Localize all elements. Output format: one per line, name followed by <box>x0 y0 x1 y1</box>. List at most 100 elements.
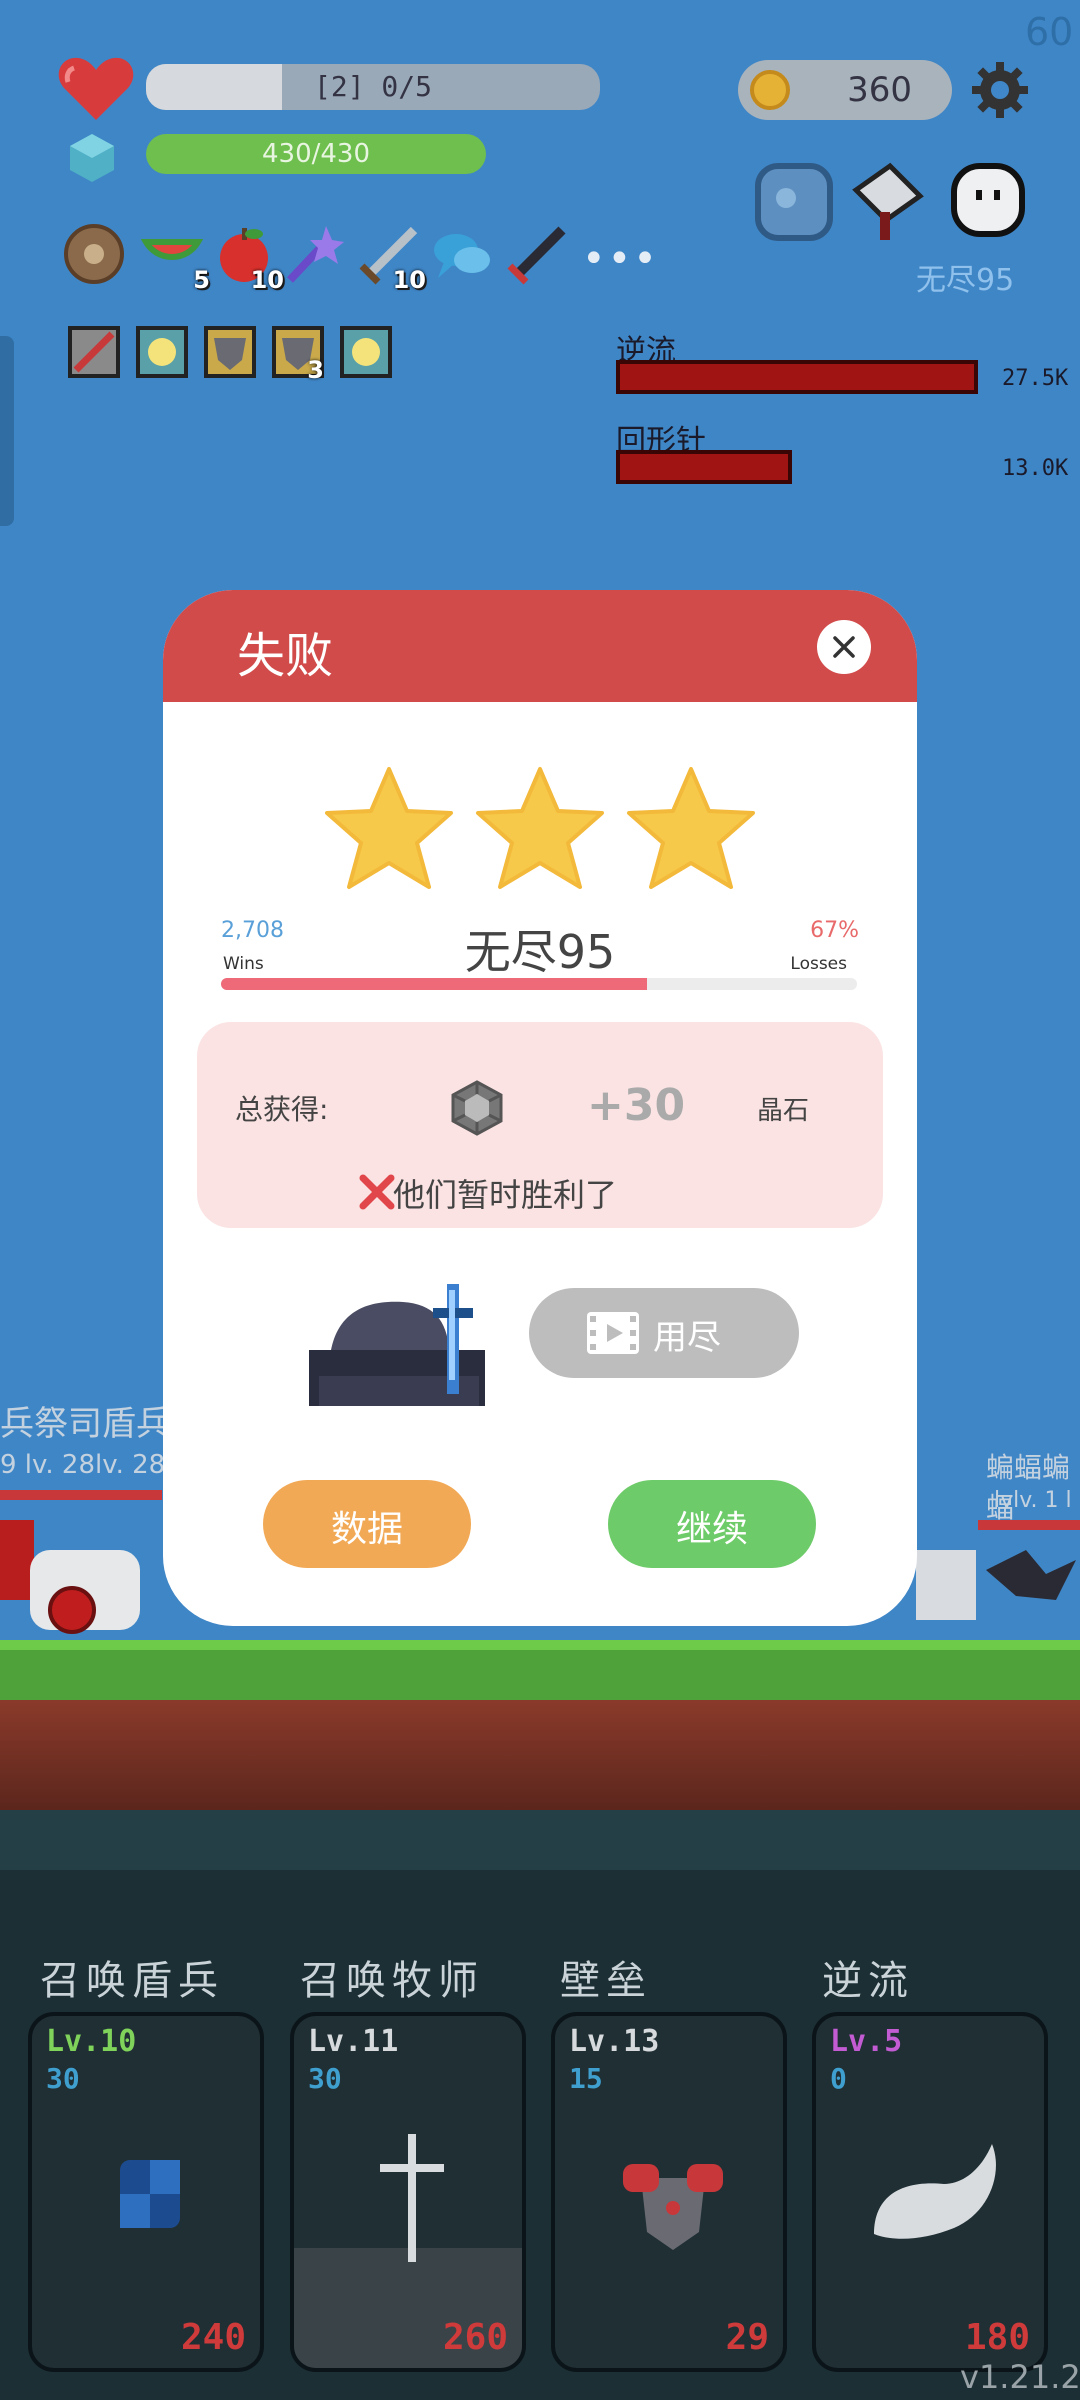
health-text: 430/430 <box>261 139 370 169</box>
card-level: Lv.5 <box>830 2024 903 2059</box>
card-cost: 260 <box>442 2317 508 2358</box>
enemy-health-bar <box>978 1520 1080 1530</box>
magic-wand-icon <box>287 226 344 283</box>
boss-health-bar <box>616 450 792 484</box>
ally-unit-levels: 9 lv. 28lv. 28 <box>0 1450 166 1480</box>
cleaver-enemy-icon <box>852 162 924 240</box>
skill-card-countercurrent[interactable]: Lv.5 0 180 <box>812 2012 1048 2372</box>
close-icon <box>833 636 855 658</box>
inventory-item[interactable] <box>430 222 494 286</box>
card-cost: 240 <box>180 2317 246 2358</box>
losses-value: 67% <box>810 918 859 943</box>
speech-bubble-icon <box>434 234 490 278</box>
reward-amount: +30 <box>587 1080 686 1131</box>
armor-icon <box>623 2164 723 2250</box>
card-cost: 180 <box>964 2317 1030 2358</box>
card-title: 壁垒 <box>560 1958 652 2004</box>
buff-count: 3 <box>307 356 324 384</box>
skill-card-bulwark[interactable]: Lv.13 15 29 <box>551 2012 787 2372</box>
data-button-label: 数据 <box>330 1509 403 1550</box>
cross-icon <box>380 2134 444 2262</box>
water-strip <box>0 1810 1080 1870</box>
more-items-icon[interactable]: ••• <box>582 236 659 282</box>
card-title: 召唤牧师 <box>300 1958 484 2004</box>
dialog-title: 失败 <box>237 628 334 684</box>
video-button-label: 用尽 <box>653 1318 721 1358</box>
card-stat: 30 <box>46 2062 80 2095</box>
card-level: Lv.10 <box>46 2024 137 2059</box>
dialog-header: 失败 <box>163 590 917 702</box>
buff-slot[interactable] <box>340 326 392 378</box>
card-title: 召唤盾兵 <box>40 1958 224 2004</box>
skill-card-summon-priest[interactable]: Lv.11 30 260 <box>290 2012 526 2372</box>
ally-health-bar <box>0 1490 162 1500</box>
card-level: Lv.13 <box>569 2024 660 2059</box>
close-button[interactable] <box>817 620 871 674</box>
video-icon <box>587 1312 639 1354</box>
inventory-item[interactable]: 10 <box>214 222 284 294</box>
defeat-dialog: 失败 2,708 Wins 无尽95 67% Losses 总获得: +30 晶… <box>163 590 917 1626</box>
coin-value: 360 <box>847 70 912 110</box>
gear-icon[interactable] <box>970 60 1030 120</box>
inventory-item[interactable] <box>282 222 346 286</box>
reward-panel: 总获得: +30 晶石 他们暂时胜利了 <box>197 1022 883 1228</box>
buff-slot[interactable]: 3 <box>272 326 324 384</box>
bat-enemy-sprite <box>916 1550 1076 1620</box>
inventory-item[interactable]: 5 <box>140 222 210 294</box>
ally-unit-names: 兵祭司盾兵 <box>0 1404 170 1444</box>
card-stat: 0 <box>830 2062 847 2095</box>
dark-sword-icon <box>507 226 566 285</box>
skill-card-summon-shield[interactable]: Lv.10 30 240 <box>28 2012 264 2372</box>
stage-label: 无尽95 <box>916 263 1015 298</box>
coin-counter: 360 <box>738 60 952 120</box>
progress-fill <box>221 978 648 990</box>
health-bar: 430/430 <box>146 134 486 174</box>
ally-soldiers-sprite <box>0 1520 140 1634</box>
card-title: 逆流 <box>822 1958 914 2004</box>
cross-icon <box>359 1174 395 1210</box>
reward-unit: 晶石 <box>757 1096 810 1126</box>
watch-video-button[interactable]: 用尽 <box>529 1288 799 1378</box>
card-stat: 30 <box>308 2062 342 2095</box>
item-count: 5 <box>193 266 210 294</box>
buff-slot[interactable] <box>136 326 188 378</box>
experience-bar: [2] 0/5 <box>146 64 600 110</box>
fps-counter: 60 <box>1025 10 1074 54</box>
enemy-unit-names: 蝙蝠蝙蝠 <box>986 1451 1071 1524</box>
dirt-ground <box>0 1700 1080 1810</box>
inventory-item[interactable]: 10 <box>356 222 426 294</box>
boss-health-bar <box>616 360 978 394</box>
card-stat: 15 <box>569 2062 603 2095</box>
round-shield-icon <box>64 224 124 284</box>
ghost-enemy-icon <box>755 163 833 241</box>
star-icon <box>476 767 604 889</box>
version-label: v1.21.2 <box>960 2358 1080 2396</box>
inventory-item[interactable] <box>62 222 126 286</box>
continue-button[interactable]: 继续 <box>608 1480 816 1568</box>
boss-health-value: 13.0K <box>1002 456 1069 481</box>
wing-icon <box>874 2144 996 2239</box>
coin-icon <box>750 70 790 110</box>
buff-slot[interactable] <box>204 326 256 378</box>
losses-label: Losses <box>790 954 847 974</box>
reward-label: 总获得: <box>235 1093 329 1126</box>
enemy-unit-levels: lvlv. 1 l <box>994 1488 1072 1513</box>
hat-item-icon <box>309 1284 485 1406</box>
card-level: Lv.11 <box>308 2024 399 2059</box>
light-buff-icon <box>352 338 380 366</box>
inventory-item[interactable] <box>504 222 568 286</box>
win-loss-progress-bar <box>221 978 857 990</box>
gem-icon <box>70 134 114 182</box>
defeat-message: 他们暂时胜利了 <box>393 1176 618 1214</box>
item-count: 10 <box>392 266 426 294</box>
buff-slot[interactable] <box>68 326 120 378</box>
blade-buff-icon <box>73 331 115 373</box>
boss-health-value: 27.5K <box>1002 366 1069 391</box>
data-button[interactable]: 数据 <box>263 1480 471 1568</box>
blue-shield-icon <box>120 2160 180 2228</box>
item-count: 10 <box>250 266 284 294</box>
light-buff-icon <box>148 338 176 366</box>
left-edge-tab[interactable] <box>0 336 14 526</box>
experience-text: [2] 0/5 <box>313 70 432 103</box>
blob-enemy-icon <box>951 163 1025 237</box>
